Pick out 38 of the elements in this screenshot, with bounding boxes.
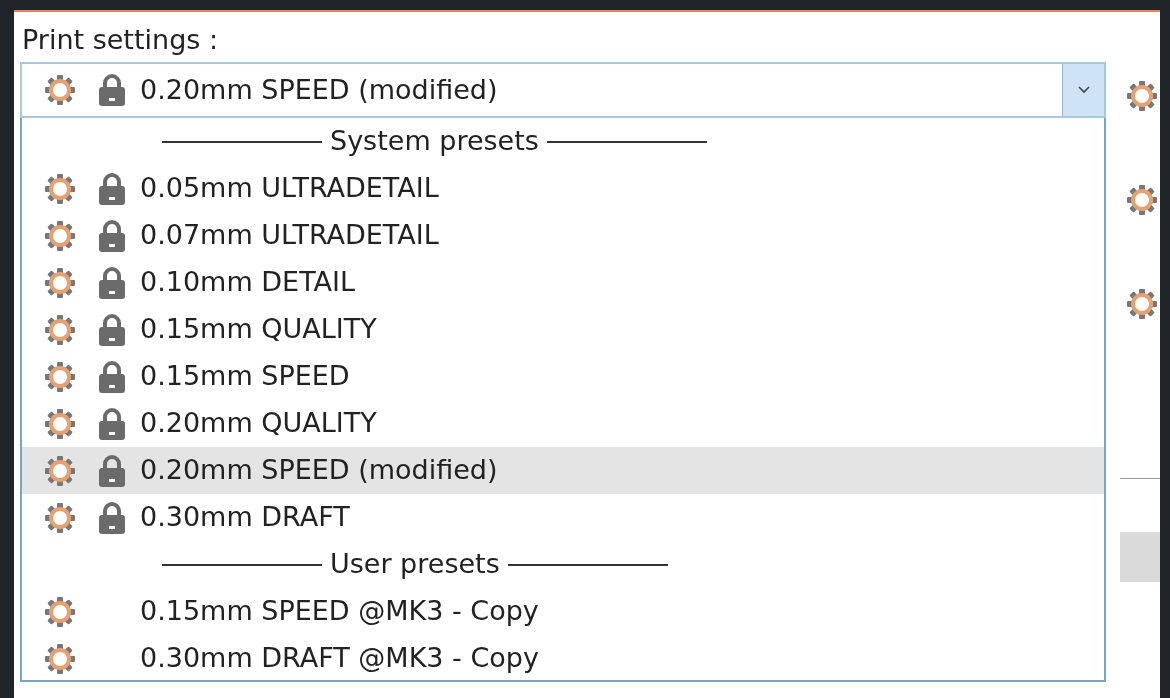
selected-value: 0.20mm SPEED (modified) — [140, 72, 498, 107]
gear-icon — [44, 266, 76, 299]
preset-option[interactable]: 0.07mm ULTRADETAIL — [22, 212, 1104, 259]
gear-icon — [44, 74, 76, 106]
lock-icon — [98, 454, 126, 487]
panel-bar — [1120, 532, 1160, 582]
preset-option[interactable]: 0.20mm QUALITY — [22, 400, 1104, 447]
group-header: System presets — [330, 124, 539, 159]
lock-icon — [98, 501, 126, 534]
preset-option[interactable]: 0.05mm ULTRADETAIL — [22, 165, 1104, 212]
gear-icon — [44, 172, 76, 205]
lock-icon — [98, 74, 126, 106]
preset-option[interactable]: 0.10mm DETAIL — [22, 259, 1104, 306]
gear-icon — [44, 360, 76, 393]
chevron-down-icon — [1076, 85, 1091, 95]
gear-icon — [44, 407, 76, 440]
lock-icon — [98, 266, 126, 299]
group-header: User presets — [330, 547, 500, 582]
preset-option[interactable]: 0.20mm SPEED (modified) — [22, 447, 1104, 494]
preset-option[interactable]: 0.15mm QUALITY — [22, 306, 1104, 353]
gear-icon — [44, 595, 76, 628]
gear-icon — [44, 501, 76, 534]
gear-icon — [44, 313, 76, 346]
preset-dropdown[interactable]: 0.20mm SPEED (modified) — [20, 62, 1106, 118]
preset-option[interactable]: 0.15mm SPEED @MK3 - Copy — [22, 588, 1104, 635]
lock-icon — [98, 172, 126, 205]
field-label: Print settings : — [22, 24, 219, 55]
lock-icon — [98, 407, 126, 440]
preset-option[interactable]: 0.30mm DRAFT @MK3 - Copy — [22, 635, 1104, 680]
preset-option[interactable]: 0.30mm DRAFT — [22, 494, 1104, 541]
lock-icon — [98, 219, 126, 252]
dropdown-toggle[interactable] — [1062, 64, 1104, 116]
preset-option[interactable]: 0.15mm SPEED — [22, 353, 1104, 400]
lock-icon — [98, 360, 126, 393]
lock-icon — [98, 313, 126, 346]
gear-icon — [44, 454, 76, 487]
gear-icon — [44, 642, 76, 675]
gear-icon — [44, 219, 76, 252]
